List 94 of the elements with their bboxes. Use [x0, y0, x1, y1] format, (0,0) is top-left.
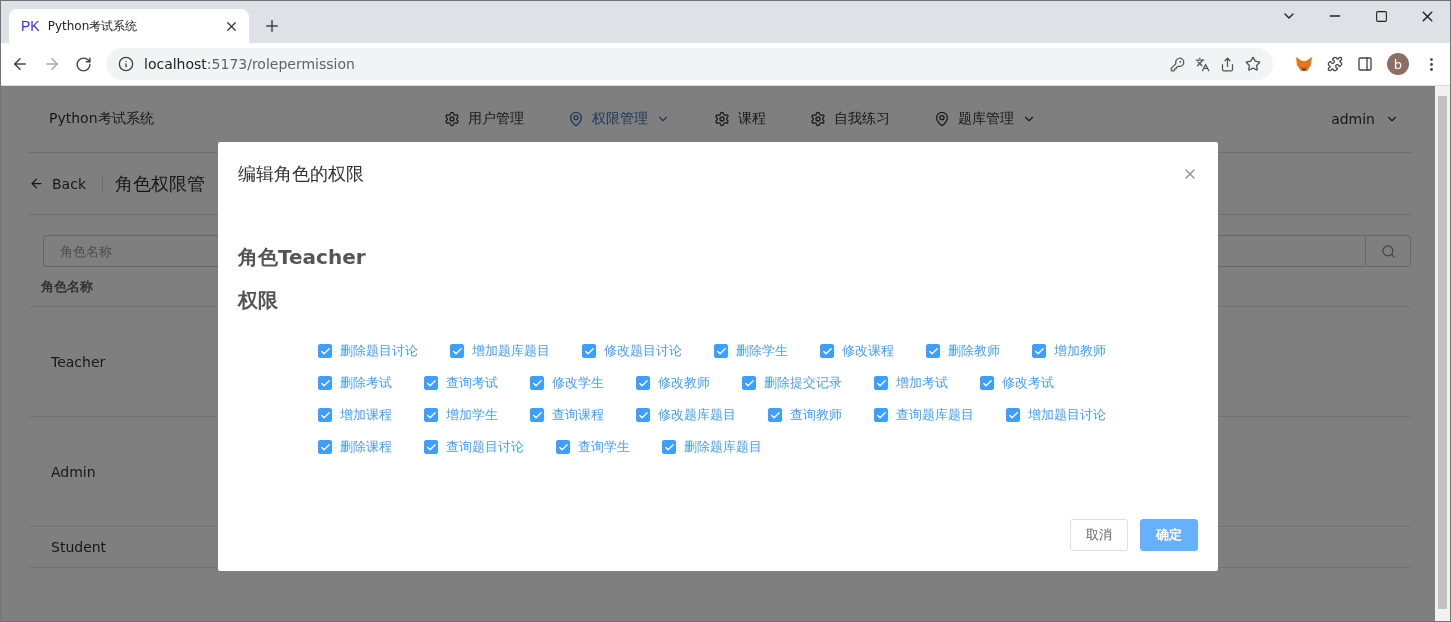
- checkbox-label[interactable]: 增加学生: [446, 406, 498, 424]
- nav-item[interactable]: 自我练习: [788, 110, 912, 128]
- cancel-button[interactable]: 取消: [1070, 519, 1128, 551]
- reload-icon[interactable]: [75, 55, 92, 73]
- checkbox-label[interactable]: 查询教师: [790, 406, 842, 424]
- nav-item[interactable]: 用户管理: [422, 110, 546, 128]
- checkbox-label[interactable]: 查询考试: [446, 374, 498, 392]
- role-heading: 角色Teacher: [238, 244, 367, 271]
- gear-icon: [444, 111, 460, 127]
- search-button[interactable]: [1365, 235, 1411, 267]
- checkbox[interactable]: [1032, 344, 1046, 358]
- location-pin-icon: [934, 111, 950, 127]
- dialog-title: 编辑角色的权限: [238, 162, 364, 186]
- checkbox[interactable]: [424, 440, 438, 454]
- checkbox[interactable]: [636, 408, 650, 422]
- back-link[interactable]: Back: [29, 175, 103, 192]
- favicon: PK: [21, 18, 40, 34]
- forward-arrow-icon[interactable]: [43, 55, 61, 73]
- checkbox-label[interactable]: 删除提交记录: [764, 374, 842, 392]
- gear-icon: [714, 111, 730, 127]
- checkbox[interactable]: [424, 376, 438, 390]
- checkbox[interactable]: [424, 408, 438, 422]
- table-cell: Teacher: [51, 353, 106, 370]
- checkbox[interactable]: [530, 376, 544, 390]
- checkbox-label[interactable]: 查询题库题目: [896, 406, 974, 424]
- fox-icon[interactable]: [1295, 56, 1313, 72]
- checkbox-label[interactable]: 删除题目讨论: [340, 342, 418, 360]
- translate-icon[interactable]: [1195, 56, 1210, 72]
- checkbox-label[interactable]: 修改教师: [658, 374, 710, 392]
- page-title: 角色权限管: [115, 171, 205, 196]
- info-icon[interactable]: [118, 56, 134, 72]
- gear-icon: [810, 111, 826, 127]
- address-bar[interactable]: localhost:5173/rolepermission: [106, 48, 1273, 80]
- checkbox[interactable]: [318, 376, 332, 390]
- tab-title: Python考试系统: [47, 17, 139, 35]
- search-icon: [1380, 243, 1396, 259]
- checkbox[interactable]: [980, 376, 994, 390]
- table-cell: Admin: [51, 463, 96, 480]
- checkbox-label[interactable]: 增加教师: [1054, 342, 1106, 360]
- site-brand[interactable]: Python考试系统: [49, 110, 422, 128]
- nav-item[interactable]: 课程: [692, 110, 788, 128]
- checkbox-label[interactable]: 增加课程: [340, 406, 392, 424]
- checkbox-label[interactable]: 增加考试: [896, 374, 948, 392]
- star-icon[interactable]: [1245, 56, 1261, 72]
- column-header: 角色名称: [41, 277, 93, 296]
- checkbox-label[interactable]: 修改课程: [842, 342, 894, 360]
- url-text: localhost:5173/rolepermission: [144, 56, 356, 72]
- checkbox[interactable]: [636, 376, 650, 390]
- checkbox-label[interactable]: 查询学生: [578, 438, 630, 456]
- checkbox[interactable]: [820, 344, 834, 358]
- checkbox[interactable]: [742, 376, 756, 390]
- puzzle-icon[interactable]: [1327, 56, 1343, 72]
- maximize-icon[interactable]: [1374, 9, 1388, 23]
- checkbox[interactable]: [318, 408, 332, 422]
- profile-avatar[interactable]: b: [1387, 53, 1409, 75]
- location-pin-icon: [568, 111, 584, 127]
- checkbox-label[interactable]: 增加题目讨论: [1028, 406, 1106, 424]
- scrollbar[interactable]: [1435, 86, 1450, 621]
- nav-item[interactable]: 权限管理: [546, 110, 692, 128]
- checkbox-label[interactable]: 删除课程: [340, 438, 392, 456]
- checkbox-label[interactable]: 查询课程: [552, 406, 604, 424]
- checkbox[interactable]: [926, 344, 940, 358]
- checkbox-label[interactable]: 查询题目讨论: [446, 438, 524, 456]
- checkbox-label[interactable]: 删除题库题目: [684, 438, 762, 456]
- checkbox[interactable]: [530, 408, 544, 422]
- checkbox[interactable]: [874, 376, 888, 390]
- checkbox-label[interactable]: 删除考试: [340, 374, 392, 392]
- checkbox-label[interactable]: 删除学生: [736, 342, 788, 360]
- new-tab-icon[interactable]: [263, 17, 281, 35]
- checkbox[interactable]: [582, 344, 596, 358]
- checkbox-label[interactable]: 修改学生: [552, 374, 604, 392]
- checkbox[interactable]: [556, 440, 570, 454]
- side-panel-icon[interactable]: [1357, 56, 1373, 72]
- key-icon[interactable]: [1170, 56, 1185, 72]
- checkbox-label[interactable]: 删除教师: [948, 342, 1000, 360]
- checkbox-label[interactable]: 修改题目讨论: [604, 342, 682, 360]
- section-heading: 权限: [238, 287, 279, 314]
- checkbox[interactable]: [450, 344, 464, 358]
- checkbox-label[interactable]: 增加题库题目: [472, 342, 550, 360]
- checkbox[interactable]: [318, 344, 332, 358]
- share-icon[interactable]: [1220, 56, 1235, 72]
- nav-item[interactable]: 题库管理: [912, 110, 1058, 128]
- checkbox[interactable]: [318, 440, 332, 454]
- checkbox-label[interactable]: 修改题库题目: [658, 406, 736, 424]
- checkbox[interactable]: [714, 344, 728, 358]
- checkbox[interactable]: [874, 408, 888, 422]
- checkbox[interactable]: [768, 408, 782, 422]
- table-cell: Student: [51, 539, 107, 555]
- confirm-button[interactable]: 确定: [1140, 519, 1198, 551]
- browser-tab[interactable]: PK Python考试系统: [9, 9, 249, 43]
- checkbox[interactable]: [662, 440, 676, 454]
- checkbox-label[interactable]: 修改考试: [1002, 374, 1054, 392]
- checkbox[interactable]: [1006, 408, 1020, 422]
- user-menu[interactable]: admin: [1331, 111, 1399, 127]
